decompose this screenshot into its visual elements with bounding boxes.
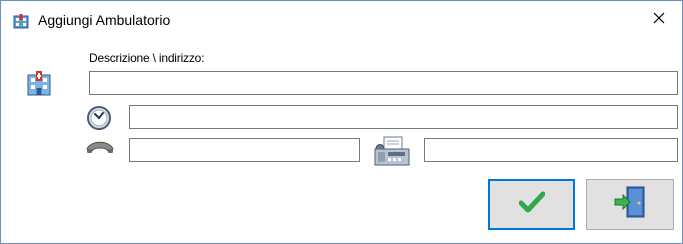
description-label: Descrizione \ indirizzo: xyxy=(89,51,205,65)
close-button[interactable] xyxy=(636,1,682,39)
confirm-button[interactable] xyxy=(488,179,575,230)
hours-input[interactable] xyxy=(129,105,678,129)
window-title: Aggiungi Ambulatorio xyxy=(38,12,171,28)
building-icon xyxy=(25,69,53,102)
phone-input[interactable] xyxy=(129,138,360,162)
description-input[interactable] xyxy=(89,71,678,95)
building-icon xyxy=(13,13,29,29)
add-clinic-dialog: Aggiungi Ambulatorio Descrizione \ indir… xyxy=(0,0,683,244)
phone-icon xyxy=(85,138,115,161)
checkmark-icon xyxy=(518,191,545,218)
fax-icon xyxy=(372,135,412,174)
title-bar: Aggiungi Ambulatorio xyxy=(1,1,682,39)
dialog-body: Descrizione \ indirizzo: xyxy=(1,39,682,243)
exit-button[interactable] xyxy=(586,179,674,230)
fax-input[interactable] xyxy=(424,138,678,162)
close-icon xyxy=(653,11,665,29)
exit-door-icon xyxy=(613,185,647,224)
clock-icon xyxy=(86,105,112,136)
